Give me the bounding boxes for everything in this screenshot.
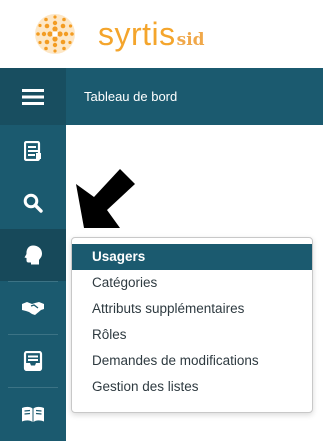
sidebar-item-requests[interactable] (0, 335, 66, 387)
menu-item-gestion-des-listes[interactable]: Gestion des listes (72, 374, 312, 400)
users-submenu: Usagers Catégories Attributs supplémenta… (71, 237, 313, 413)
brand-name: syrtis (98, 16, 176, 52)
handshake-icon (22, 302, 44, 315)
open-book-icon (22, 406, 44, 422)
menu-toggle-button[interactable] (0, 68, 66, 125)
brand-suffix: sid (176, 30, 205, 50)
sidebar-item-partners[interactable] (0, 282, 66, 334)
menu-item-roles[interactable]: Rôles (72, 322, 312, 348)
top-bar: Tableau de bord (0, 68, 323, 125)
sidebar-item-catalog[interactable] (0, 388, 66, 440)
sidebar-item-search[interactable] (0, 177, 66, 229)
syrtis-logo-icon (35, 14, 75, 54)
page-title: Tableau de bord (84, 89, 178, 104)
menu-item-usagers[interactable]: Usagers (72, 244, 312, 270)
logo-bar: syrtis sid (0, 0, 323, 68)
menu-item-categories[interactable]: Catégories (72, 270, 312, 296)
document-list-icon (24, 141, 41, 161)
inbox-tray-icon (23, 351, 43, 371)
search-icon (23, 193, 43, 213)
brand-wordmark: syrtis sid (98, 13, 205, 55)
sidebar-item-documents[interactable] (0, 125, 66, 177)
hamburger-menu-icon (22, 88, 44, 105)
user-head-icon (24, 245, 42, 265)
menu-item-attributs-supplementaires[interactable]: Attributs supplémentaires (72, 296, 312, 322)
sidebar-item-users[interactable] (0, 229, 66, 281)
sidebar (0, 125, 66, 441)
black-pointer-arrow-icon (76, 169, 135, 228)
menu-item-demandes-de-modifications[interactable]: Demandes de modifications (72, 348, 312, 374)
